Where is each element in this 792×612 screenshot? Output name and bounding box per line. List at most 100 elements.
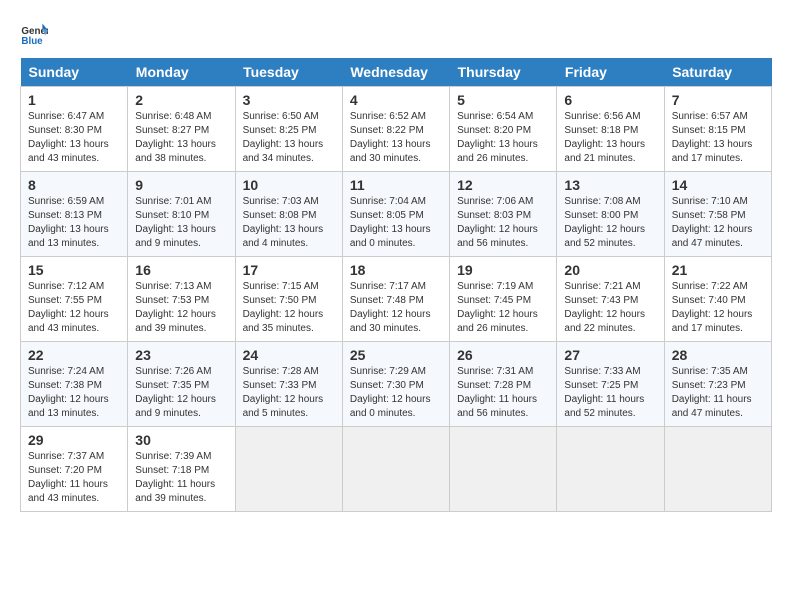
col-monday: Monday [128, 58, 235, 87]
table-row: 28Sunrise: 7:35 AMSunset: 7:23 PMDayligh… [664, 342, 771, 427]
cell-info: Sunrise: 7:33 AMSunset: 7:25 PMDaylight:… [564, 365, 656, 421]
table-row: 24 Sunrise: 7:28 AMSunset: 7:33 PMDayligh… [235, 342, 342, 427]
table-row: 9 Sunrise: 7:01 AMSunset: 8:10 PMDaylight… [128, 172, 235, 257]
cell-info: Sunrise: 7:17 AMSunset: 7:48 PMDaylight:… [350, 280, 442, 336]
day-number: 22 [28, 347, 120, 363]
calendar-week-3: 15 Sunrise: 7:12 AMSunset: 7:55 PMDayligh… [21, 257, 772, 342]
day-number: 24 [243, 347, 335, 363]
day-number: 8 [28, 177, 120, 193]
table-row: 20 Sunrise: 7:21 AMSunset: 7:43 PMDayligh… [557, 257, 664, 342]
day-number: 5 [457, 92, 549, 108]
day-number: 28 [672, 347, 764, 363]
cell-info: Sunrise: 7:39 AMSunset: 7:18 PMDaylight:… [135, 450, 227, 506]
table-row [235, 427, 342, 512]
table-row: 18 Sunrise: 7:17 AMSunset: 7:48 PMDayligh… [342, 257, 449, 342]
day-number: 27 [564, 347, 656, 363]
table-row: 30 Sunrise: 7:39 AMSunset: 7:18 PMDayligh… [128, 427, 235, 512]
table-row: 14 Sunrise: 7:10 AMSunset: 7:58 PMDayligh… [664, 172, 771, 257]
cell-info: Sunrise: 7:29 AMSunset: 7:30 PMDaylight:… [350, 365, 442, 421]
day-number: 19 [457, 262, 549, 278]
table-row: 5 Sunrise: 6:54 AMSunset: 8:20 PMDaylight… [450, 87, 557, 172]
day-number: 7 [672, 92, 764, 108]
cell-info: Sunrise: 7:13 AMSunset: 7:53 PMDaylight:… [135, 280, 227, 336]
day-number: 12 [457, 177, 549, 193]
header: General Blue [20, 20, 772, 48]
table-row: 26 Sunrise: 7:31 AMSunset: 7:28 PMDayligh… [450, 342, 557, 427]
table-row: 13 Sunrise: 7:08 AMSunset: 8:00 PMDayligh… [557, 172, 664, 257]
cell-info: Sunrise: 7:21 AMSunset: 7:43 PMDaylight:… [564, 280, 656, 336]
calendar-week-4: 22 Sunrise: 7:24 AMSunset: 7:38 PMDayligh… [21, 342, 772, 427]
table-row: 7 Sunrise: 6:57 AMSunset: 8:15 PMDaylight… [664, 87, 771, 172]
table-row: 11Sunrise: 7:04 AMSunset: 8:05 PMDayligh… [342, 172, 449, 257]
day-number: 2 [135, 92, 227, 108]
day-number: 29 [28, 432, 120, 448]
col-thursday: Thursday [450, 58, 557, 87]
cell-info: Sunrise: 7:28 AMSunset: 7:33 PMDaylight:… [243, 365, 335, 421]
cell-info: Sunrise: 7:08 AMSunset: 8:00 PMDaylight:… [564, 195, 656, 251]
day-number: 17 [243, 262, 335, 278]
cell-info: Sunrise: 7:22 AMSunset: 7:40 PMDaylight:… [672, 280, 764, 336]
table-row: 23 Sunrise: 7:26 AMSunset: 7:35 PMDayligh… [128, 342, 235, 427]
cell-info: Sunrise: 7:04 AMSunset: 8:05 PMDaylight:… [350, 195, 442, 251]
day-number: 14 [672, 177, 764, 193]
table-row: 8 Sunrise: 6:59 AMSunset: 8:13 PMDaylight… [21, 172, 128, 257]
table-row: 1Sunrise: 6:47 AMSunset: 8:30 PMDaylight… [21, 87, 128, 172]
day-number: 26 [457, 347, 549, 363]
day-number: 15 [28, 262, 120, 278]
cell-info: Sunrise: 7:26 AMSunset: 7:35 PMDaylight:… [135, 365, 227, 421]
calendar-week-2: 8 Sunrise: 6:59 AMSunset: 8:13 PMDaylight… [21, 172, 772, 257]
day-number: 9 [135, 177, 227, 193]
cell-info: Sunrise: 7:01 AMSunset: 8:10 PMDaylight:… [135, 195, 227, 251]
table-row: 16 Sunrise: 7:13 AMSunset: 7:53 PMDayligh… [128, 257, 235, 342]
svg-text:Blue: Blue [21, 36, 43, 47]
cell-info: Sunrise: 6:54 AMSunset: 8:20 PMDaylight:… [457, 110, 549, 166]
cell-info: Sunrise: 6:47 AMSunset: 8:30 PMDaylight:… [28, 110, 120, 166]
table-row: 2 Sunrise: 6:48 AMSunset: 8:27 PMDaylight… [128, 87, 235, 172]
cell-info: Sunrise: 7:37 AMSunset: 7:20 PMDaylight:… [28, 450, 120, 506]
table-row [450, 427, 557, 512]
table-row [557, 427, 664, 512]
day-number: 4 [350, 92, 442, 108]
logo: General Blue [20, 20, 52, 48]
day-number: 23 [135, 347, 227, 363]
table-row: 17 Sunrise: 7:15 AMSunset: 7:50 PMDayligh… [235, 257, 342, 342]
table-row: 4 Sunrise: 6:52 AMSunset: 8:22 PMDaylight… [342, 87, 449, 172]
table-row: 6 Sunrise: 6:56 AMSunset: 8:18 PMDaylight… [557, 87, 664, 172]
cell-info: Sunrise: 7:24 AMSunset: 7:38 PMDaylight:… [28, 365, 120, 421]
table-row: 29 Sunrise: 7:37 AMSunset: 7:20 PMDayligh… [21, 427, 128, 512]
day-number: 20 [564, 262, 656, 278]
col-saturday: Saturday [664, 58, 771, 87]
day-number: 21 [672, 262, 764, 278]
col-friday: Friday [557, 58, 664, 87]
cell-info: Sunrise: 6:56 AMSunset: 8:18 PMDaylight:… [564, 110, 656, 166]
table-row: 25 Sunrise: 7:29 AMSunset: 7:30 PMDayligh… [342, 342, 449, 427]
day-number: 13 [564, 177, 656, 193]
table-row: 22 Sunrise: 7:24 AMSunset: 7:38 PMDayligh… [21, 342, 128, 427]
day-number: 25 [350, 347, 442, 363]
cell-info: Sunrise: 6:57 AMSunset: 8:15 PMDaylight:… [672, 110, 764, 166]
calendar-week-1: 1Sunrise: 6:47 AMSunset: 8:30 PMDaylight… [21, 87, 772, 172]
col-tuesday: Tuesday [235, 58, 342, 87]
logo-icon: General Blue [20, 20, 48, 48]
cell-info: Sunrise: 7:12 AMSunset: 7:55 PMDaylight:… [28, 280, 120, 336]
cell-info: Sunrise: 6:48 AMSunset: 8:27 PMDaylight:… [135, 110, 227, 166]
table-row: 21 Sunrise: 7:22 AMSunset: 7:40 PMDayligh… [664, 257, 771, 342]
col-wednesday: Wednesday [342, 58, 449, 87]
cell-info: Sunrise: 6:52 AMSunset: 8:22 PMDaylight:… [350, 110, 442, 166]
calendar-week-5: 29 Sunrise: 7:37 AMSunset: 7:20 PMDayligh… [21, 427, 772, 512]
cell-info: Sunrise: 7:10 AMSunset: 7:58 PMDaylight:… [672, 195, 764, 251]
cell-info: Sunrise: 6:59 AMSunset: 8:13 PMDaylight:… [28, 195, 120, 251]
table-row: 12 Sunrise: 7:06 AMSunset: 8:03 PMDayligh… [450, 172, 557, 257]
cell-info: Sunrise: 7:03 AMSunset: 8:08 PMDaylight:… [243, 195, 335, 251]
cell-info: Sunrise: 7:15 AMSunset: 7:50 PMDaylight:… [243, 280, 335, 336]
cell-info: Sunrise: 7:19 AMSunset: 7:45 PMDaylight:… [457, 280, 549, 336]
table-row: 19 Sunrise: 7:19 AMSunset: 7:45 PMDayligh… [450, 257, 557, 342]
calendar-table: Sunday Monday Tuesday Wednesday Thursday… [20, 58, 772, 512]
day-number: 30 [135, 432, 227, 448]
cell-info: Sunrise: 7:06 AMSunset: 8:03 PMDaylight:… [457, 195, 549, 251]
table-row: 10Sunrise: 7:03 AMSunset: 8:08 PMDayligh… [235, 172, 342, 257]
cell-info: Sunrise: 7:31 AMSunset: 7:28 PMDaylight:… [457, 365, 549, 421]
day-number: 6 [564, 92, 656, 108]
day-number: 16 [135, 262, 227, 278]
day-number: 18 [350, 262, 442, 278]
